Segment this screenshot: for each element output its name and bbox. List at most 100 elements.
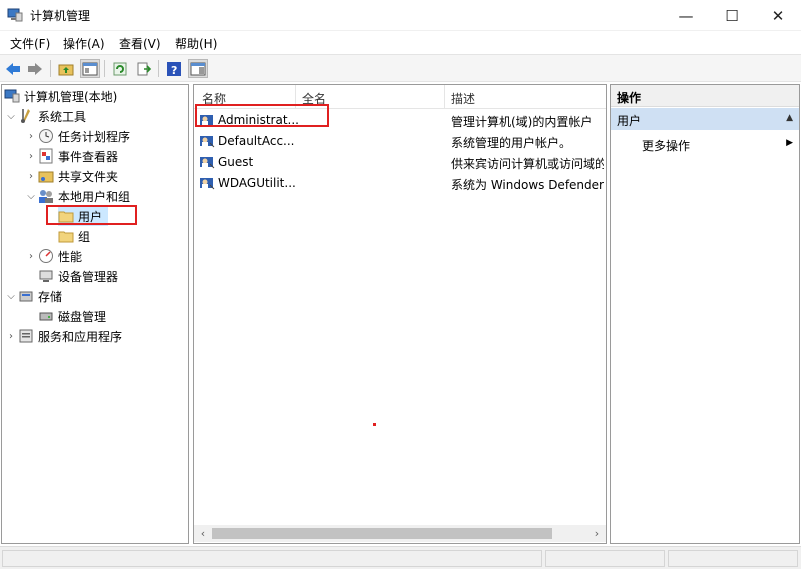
action-pane-icon bbox=[190, 62, 206, 75]
console-tree-icon bbox=[82, 62, 98, 75]
folder-up-icon bbox=[58, 64, 74, 75]
forward-button[interactable] bbox=[25, 59, 45, 78]
red-marker bbox=[373, 423, 376, 426]
tree-label-local-users-groups: 本地用户和组 bbox=[58, 189, 131, 204]
tree-item-disk-management[interactable]: 磁盘管理 bbox=[38, 306, 106, 326]
forward-arrow-icon bbox=[28, 62, 42, 75]
user-name: DefaultAcc... bbox=[218, 134, 295, 148]
status-bar bbox=[0, 546, 801, 569]
tree-item-services-apps[interactable]: › 服务和应用程序 bbox=[4, 326, 122, 346]
menu-file[interactable]: 文件(F) bbox=[10, 35, 50, 52]
list-item[interactable]: WDAGUtilit... 系统为 Windows Defender bbox=[194, 173, 606, 194]
tree-item-system-tools[interactable]: ⌵ 系统工具 bbox=[4, 106, 86, 126]
chevron-down-icon[interactable]: ⌵ bbox=[24, 191, 38, 202]
tree-label-task-scheduler: 任务计划程序 bbox=[58, 129, 131, 144]
highlight-users-node bbox=[46, 205, 137, 225]
scroll-left-icon[interactable]: ‹ bbox=[195, 526, 211, 541]
close-icon: ✕ bbox=[771, 6, 785, 25]
tree-item-performance[interactable]: › 性能 bbox=[24, 246, 82, 266]
close-button[interactable]: ✕ bbox=[755, 0, 801, 31]
actions-section-label: 用户 bbox=[617, 114, 642, 128]
tree-label-disk-management: 磁盘管理 bbox=[58, 309, 107, 324]
window-title: 计算机管理 bbox=[30, 9, 91, 23]
show-tree-button[interactable] bbox=[80, 59, 100, 78]
console-tree: 计算机管理(本地) ⌵ 系统工具 › 任务计划程序 › 事件查看器 › 共享文件… bbox=[1, 84, 189, 544]
highlight-administrator bbox=[195, 104, 329, 127]
device-manager-icon bbox=[38, 268, 54, 284]
tree-item-storage[interactable]: ⌵ 存储 bbox=[4, 286, 62, 306]
show-action-pane-button[interactable] bbox=[188, 59, 208, 78]
computer-management-icon bbox=[4, 88, 20, 104]
chevron-down-icon[interactable]: ⌵ bbox=[4, 111, 18, 122]
more-actions-item[interactable]: 更多操作 ▶ bbox=[611, 133, 799, 155]
actions-pane: 操作 用户 ▲ 更多操作 ▶ bbox=[610, 84, 800, 544]
menu-bar: 文件(F) 操作(A) 查看(V) 帮助(H) bbox=[0, 31, 801, 54]
folder-icon bbox=[58, 228, 74, 244]
minimize-icon: — bbox=[678, 6, 694, 25]
tree-label-performance: 性能 bbox=[58, 249, 83, 264]
up-folder-button[interactable] bbox=[56, 59, 76, 78]
chevron-right-icon[interactable]: › bbox=[24, 131, 38, 142]
horizontal-scrollbar[interactable]: ‹ › bbox=[194, 525, 606, 542]
tree-label-root: 计算机管理(本地) bbox=[24, 89, 118, 104]
menu-action[interactable]: 操作(A) bbox=[63, 35, 105, 52]
tree-label-event-viewer: 事件查看器 bbox=[58, 149, 119, 164]
submenu-arrow-icon: ▶ bbox=[786, 138, 793, 148]
user-name: Guest bbox=[218, 155, 254, 169]
user-icon bbox=[199, 134, 215, 148]
services-icon bbox=[18, 328, 34, 344]
minimize-button[interactable]: — bbox=[663, 0, 709, 31]
tree-label-system-tools: 系统工具 bbox=[38, 109, 87, 124]
shared-folder-icon bbox=[38, 168, 54, 184]
maximize-icon: ☐ bbox=[725, 6, 739, 25]
tree-item-task-scheduler[interactable]: › 任务计划程序 bbox=[24, 126, 130, 146]
disk-icon bbox=[38, 308, 54, 324]
chevron-down-icon[interactable]: ⌵ bbox=[4, 291, 18, 302]
list-item[interactable]: Guest 供来宾访问计算机或访问域的 bbox=[194, 152, 606, 173]
export-list-button[interactable] bbox=[134, 59, 154, 78]
tree-label-device-manager: 设备管理器 bbox=[58, 269, 119, 284]
computer-management-icon bbox=[7, 8, 23, 22]
user-description: 系统为 Windows Defender bbox=[451, 178, 604, 192]
collapse-up-icon[interactable]: ▲ bbox=[786, 113, 793, 123]
scroll-right-icon[interactable]: › bbox=[589, 526, 605, 541]
help-button[interactable]: ? bbox=[164, 59, 184, 78]
user-description: 供来宾访问计算机或访问域的 bbox=[451, 157, 604, 171]
users-group-icon bbox=[38, 188, 54, 204]
maximize-button[interactable]: ☐ bbox=[709, 0, 755, 31]
menu-help[interactable]: 帮助(H) bbox=[175, 35, 217, 52]
tree-item-device-manager[interactable]: 设备管理器 bbox=[38, 266, 118, 286]
chevron-right-icon[interactable]: › bbox=[4, 331, 18, 342]
back-button[interactable] bbox=[3, 59, 23, 78]
toolbar: ? bbox=[0, 54, 801, 82]
user-description: 管理计算机(域)的内置帐户 bbox=[451, 115, 593, 129]
menu-view[interactable]: 查看(V) bbox=[119, 35, 161, 52]
column-header-description[interactable]: 描述 bbox=[451, 90, 475, 107]
back-arrow-icon bbox=[6, 62, 20, 75]
storage-icon bbox=[18, 288, 34, 304]
refresh-icon bbox=[113, 62, 127, 75]
tree-item-shared-folders[interactable]: › 共享文件夹 bbox=[24, 166, 118, 186]
refresh-button[interactable] bbox=[110, 59, 130, 78]
user-icon bbox=[199, 155, 215, 169]
performance-icon bbox=[38, 248, 54, 264]
list-item[interactable]: DefaultAcc... 系统管理的用户帐户。 bbox=[194, 131, 606, 152]
title-bar: 计算机管理 — ☐ ✕ bbox=[0, 0, 801, 31]
status-segment bbox=[2, 550, 542, 567]
svg-text:?: ? bbox=[171, 64, 177, 77]
tree-item-event-viewer[interactable]: › 事件查看器 bbox=[24, 146, 118, 166]
more-actions-label: 更多操作 bbox=[642, 139, 691, 153]
tree-item-groups[interactable]: 组 bbox=[58, 226, 90, 246]
user-description: 系统管理的用户帐户。 bbox=[451, 136, 572, 150]
chevron-right-icon[interactable]: › bbox=[24, 251, 38, 262]
chevron-right-icon[interactable]: › bbox=[24, 171, 38, 182]
tree-item-local-users-groups[interactable]: ⌵ 本地用户和组 bbox=[24, 186, 130, 206]
actions-section-users[interactable]: 用户 ▲ bbox=[611, 108, 799, 130]
tree-item-root[interactable]: 计算机管理(本地) bbox=[4, 86, 117, 106]
chevron-right-icon[interactable]: › bbox=[24, 151, 38, 162]
actions-title: 操作 bbox=[617, 91, 642, 105]
tree-label-storage: 存储 bbox=[38, 289, 63, 304]
user-icon bbox=[199, 176, 215, 190]
export-icon bbox=[137, 62, 152, 75]
scrollbar-thumb[interactable] bbox=[212, 528, 552, 539]
